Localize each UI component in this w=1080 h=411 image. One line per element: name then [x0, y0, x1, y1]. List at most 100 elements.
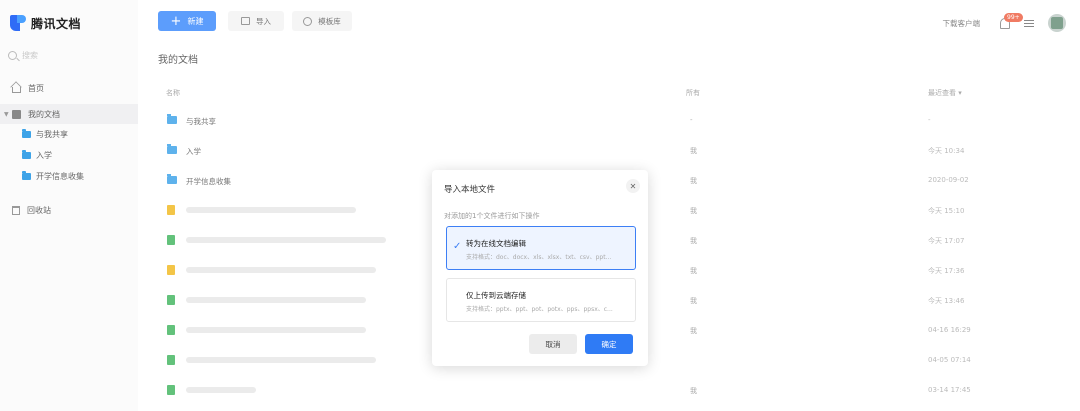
- templates-button-label: 模板库: [318, 16, 341, 26]
- option-desc: 支持格式：doc、docx、xls、xlsx、txt、csv、ppt...: [466, 254, 612, 261]
- page-title: 我的文档: [158, 55, 198, 66]
- tencent-docs-logo-icon: [10, 15, 26, 31]
- search-placeholder: 搜索: [22, 50, 38, 60]
- bell-icon[interactable]: 99+: [1000, 12, 1023, 29]
- folder-icon: [167, 114, 177, 124]
- templates-button[interactable]: 模板库: [292, 11, 352, 31]
- sidebar-item-label: 首页: [28, 83, 44, 93]
- sidebar-item-label: 我的文档: [28, 109, 60, 119]
- notification-badge: 99+: [1004, 12, 1023, 22]
- row-time: 今天 17:36: [928, 267, 965, 275]
- row-name: 与我共享: [186, 117, 216, 126]
- row-time: -: [928, 116, 931, 124]
- row-time: 2020-09-02: [928, 176, 969, 184]
- redacted-name: [186, 327, 366, 333]
- sidebar-item-label: 与我共享: [36, 129, 68, 139]
- folder-icon: [22, 128, 31, 138]
- option-title: 转为在线文档编辑: [466, 239, 526, 248]
- table-row[interactable]: 入学 我 今天 10:34: [158, 135, 1068, 165]
- new-button-label: 新建: [187, 16, 204, 26]
- row-owner: 我: [690, 387, 697, 395]
- row-time: 04-16 16:29: [928, 326, 971, 334]
- sidebar-item-trash[interactable]: 回收站: [0, 200, 138, 220]
- search-box[interactable]: 搜索: [8, 47, 128, 63]
- row-owner: 我: [690, 237, 697, 245]
- doc-icon: [167, 205, 175, 215]
- close-icon[interactable]: ✕: [626, 179, 640, 193]
- redacted-name: [186, 207, 356, 213]
- top-right-actions: 下载客户端 99+: [943, 12, 1066, 32]
- option-title: 仅上传到云端存储: [466, 291, 526, 300]
- option-desc: 支持格式：pptx、ppt、pot、potx、pps、ppsx、c...: [466, 306, 613, 313]
- plus-icon: +: [170, 13, 182, 29]
- column-header-time[interactable]: 最近查看 ▾: [928, 88, 962, 98]
- chevron-down-icon[interactable]: ▼: [4, 111, 12, 118]
- sidebar-item-label: 开学信息收集: [36, 171, 84, 181]
- sidebar-item-home[interactable]: 首页: [0, 78, 138, 98]
- sheet-icon: [167, 385, 175, 395]
- dialog-title: 导入本地文件: [444, 185, 496, 195]
- row-name: 入学: [186, 147, 201, 156]
- row-name: 开学信息收集: [186, 177, 231, 186]
- row-time: 04-05 07:14: [928, 356, 971, 364]
- menu-icon[interactable]: [1024, 18, 1034, 29]
- option-convert-online[interactable]: ✓ 转为在线文档编辑 支持格式：doc、docx、xls、xlsx、txt、cs…: [446, 226, 636, 270]
- dialog-subtitle: 对添加的1个文件进行如下操作: [444, 212, 540, 220]
- doc-icon: [167, 265, 175, 275]
- row-owner: 我: [690, 327, 697, 335]
- import-button[interactable]: 导入: [228, 11, 284, 31]
- app-logo[interactable]: 腾讯文档: [10, 14, 81, 32]
- row-time: 今天 10:34: [928, 147, 965, 155]
- row-owner: 我: [690, 267, 697, 275]
- sidebar-subitem-collection[interactable]: 开学信息收集: [22, 168, 84, 184]
- sidebar-subitem-shared[interactable]: 与我共享: [22, 126, 68, 142]
- folder-icon: [167, 144, 177, 154]
- sheet-icon: [167, 325, 175, 335]
- option-upload-cloud[interactable]: 仅上传到云端存储 支持格式：pptx、ppt、pot、potx、pps、ppsx…: [446, 278, 636, 322]
- new-button[interactable]: + 新建: [158, 11, 216, 31]
- row-owner: 我: [690, 177, 697, 185]
- column-header-name[interactable]: 名称: [166, 88, 180, 98]
- import-button-label: 导入: [256, 16, 271, 26]
- folder-icon: [22, 170, 31, 180]
- sidebar-item-label: 回收站: [27, 205, 51, 215]
- redacted-name: [186, 297, 366, 303]
- checkmark-icon: ✓: [453, 241, 462, 252]
- app-name: 腾讯文档: [31, 16, 82, 31]
- sheet-icon: [167, 355, 175, 365]
- sidebar: 腾讯文档 搜索 首页 ▼ 我的文档 与我共享 入学 开学信息收集 回收站: [0, 0, 138, 411]
- sheet-icon: [167, 295, 175, 305]
- sidebar-item-my-docs[interactable]: ▼ 我的文档: [0, 104, 138, 124]
- download-client-link[interactable]: 下载客户端: [943, 18, 981, 29]
- row-owner: 我: [690, 297, 697, 305]
- redacted-name: [186, 237, 386, 243]
- folder-icon: [167, 174, 177, 184]
- redacted-name: [186, 267, 376, 273]
- home-icon: [12, 86, 21, 93]
- row-owner: 我: [690, 207, 697, 215]
- row-time: 今天 17:07: [928, 237, 965, 245]
- row-owner: -: [690, 116, 693, 124]
- import-dialog: 导入本地文件 ✕ 对添加的1个文件进行如下操作 ✓ 转为在线文档编辑 支持格式：…: [432, 170, 648, 366]
- avatar[interactable]: [1048, 14, 1066, 32]
- cancel-button[interactable]: 取消: [529, 334, 577, 354]
- row-time: 今天 15:10: [928, 207, 965, 215]
- confirm-button[interactable]: 确定: [585, 334, 633, 354]
- redacted-name: [186, 387, 256, 393]
- import-icon: [241, 17, 250, 25]
- search-icon: [8, 50, 17, 60]
- table-row[interactable]: 与我共享 - -: [158, 105, 1068, 135]
- row-time: 03-14 17:45: [928, 386, 971, 394]
- sheet-icon: [167, 235, 175, 245]
- trash-icon: [12, 205, 20, 215]
- folder-icon: [22, 149, 31, 159]
- row-owner: 我: [690, 147, 697, 155]
- redacted-name: [186, 357, 376, 363]
- sidebar-item-label: 入学: [36, 150, 52, 160]
- table-row[interactable]: 我 03-14 17:45: [158, 375, 1068, 405]
- column-header-owner[interactable]: 所有: [686, 88, 700, 98]
- template-icon: [303, 16, 313, 26]
- row-time: 今天 13:46: [928, 297, 965, 305]
- sidebar-subitem-enroll[interactable]: 入学: [22, 147, 52, 163]
- document-icon: [12, 109, 21, 119]
